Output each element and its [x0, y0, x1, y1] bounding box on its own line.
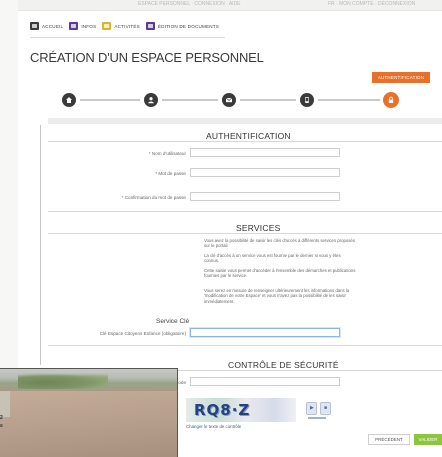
nav-item-label: Accueil [42, 23, 64, 29]
nav-item-label: Activités [114, 23, 140, 29]
auth-heading: AUTHENTIFICATION [206, 131, 291, 141]
refresh-icon: ■ [324, 405, 328, 411]
services-paragraph-1: Vous avez la possibilité de saisir les c… [204, 238, 355, 249]
captcha-code-input[interactable] [190, 377, 340, 386]
overlapping-photo: 2 s [0, 368, 178, 457]
photo-trees [18, 373, 108, 389]
services-paragraph-4: Vous serez en mesure de renseigner ultér… [204, 288, 350, 304]
services-paragraph-2: La clé d'accès à un service vous est fou… [204, 253, 341, 264]
form-frame-edge [40, 125, 41, 365]
nav-divider [30, 37, 225, 38]
photo-text-line-2: s [0, 423, 3, 429]
home-icon [30, 22, 39, 30]
validate-button[interactable]: VALIDER [414, 434, 442, 445]
top-strip: ESPACE PERSONNEL · CONNEXION · AIDE FR ·… [18, 0, 442, 11]
username-label: * Nom d'utilisateur [148, 151, 186, 156]
step-home[interactable] [58, 89, 80, 111]
envelope-icon [222, 93, 236, 107]
step-lock[interactable] [380, 89, 402, 111]
photo-text-line-1: 2 [0, 415, 3, 421]
auth-bottom-divider [48, 211, 442, 212]
nav-item-infos[interactable]: Infos [69, 22, 96, 30]
services-paragraph-3: Cette saisie vous permet d'accéder à l'e… [204, 268, 356, 279]
password-input[interactable] [190, 168, 340, 177]
auth-divider [48, 141, 442, 142]
top-strip-left-text: ESPACE PERSONNEL · CONNEXION · AIDE [138, 1, 241, 7]
services-heading: SERVICES [236, 223, 281, 233]
nav-item-edition-documents[interactable]: Édition de documents [145, 22, 220, 30]
lock-icon [383, 92, 399, 108]
captcha-audio-button[interactable]: ▶ [306, 402, 317, 415]
home-icon [62, 93, 76, 107]
security-heading: CONTRÔLE DE SÉCURITÉ [228, 360, 339, 370]
nav-item-activites[interactable]: Activités [102, 22, 140, 30]
active-step-badge: AUTHENTIFICATION [372, 72, 430, 83]
captcha-volume-slider[interactable] [308, 417, 326, 419]
section-separator [48, 118, 442, 124]
change-captcha-link[interactable]: Changer le texte de contrôle [186, 424, 241, 429]
main-nav: Accueil Infos Activités Édition de docum… [30, 22, 219, 30]
user-icon [144, 93, 158, 107]
documents-icon [145, 22, 155, 30]
photo-surface [0, 391, 177, 457]
service-key-input[interactable] [190, 328, 340, 337]
previous-button[interactable]: PRÉCÉDENT [368, 434, 410, 445]
service-key-heading: Service Clé [156, 318, 190, 325]
captcha-image: RQ8·Z [186, 398, 296, 422]
nav-item-label: Infos [81, 23, 97, 29]
password-confirm-input[interactable] [190, 192, 340, 201]
password-label: * Mot de passe [155, 171, 186, 176]
play-icon: ▶ [310, 405, 314, 411]
step-envelope[interactable] [218, 89, 240, 111]
captcha-refresh-button[interactable]: ■ [320, 402, 331, 415]
username-input[interactable] [190, 148, 340, 157]
nav-item-accueil[interactable]: Accueil [30, 22, 63, 30]
password-confirm-label: * Confirmation du mot de passe [121, 195, 186, 200]
step-user[interactable] [140, 89, 162, 111]
phone-icon [300, 93, 314, 107]
photo-stone [0, 391, 10, 417]
info-icon [69, 22, 79, 30]
nav-item-label: Édition de documents [157, 23, 220, 29]
service-key-label: Clé Espace Citoyens Enfance (obligatoire… [99, 331, 186, 336]
step-phone[interactable] [296, 89, 318, 111]
services-divider [48, 233, 442, 234]
top-strip-right-text: FR · MON COMPTE · DÉCONNEXION [328, 1, 416, 7]
activities-icon [102, 22, 112, 30]
page-title: CRÉATION D'UN ESPACE PERSONNEL [30, 50, 264, 65]
services-bottom-divider [48, 345, 442, 346]
